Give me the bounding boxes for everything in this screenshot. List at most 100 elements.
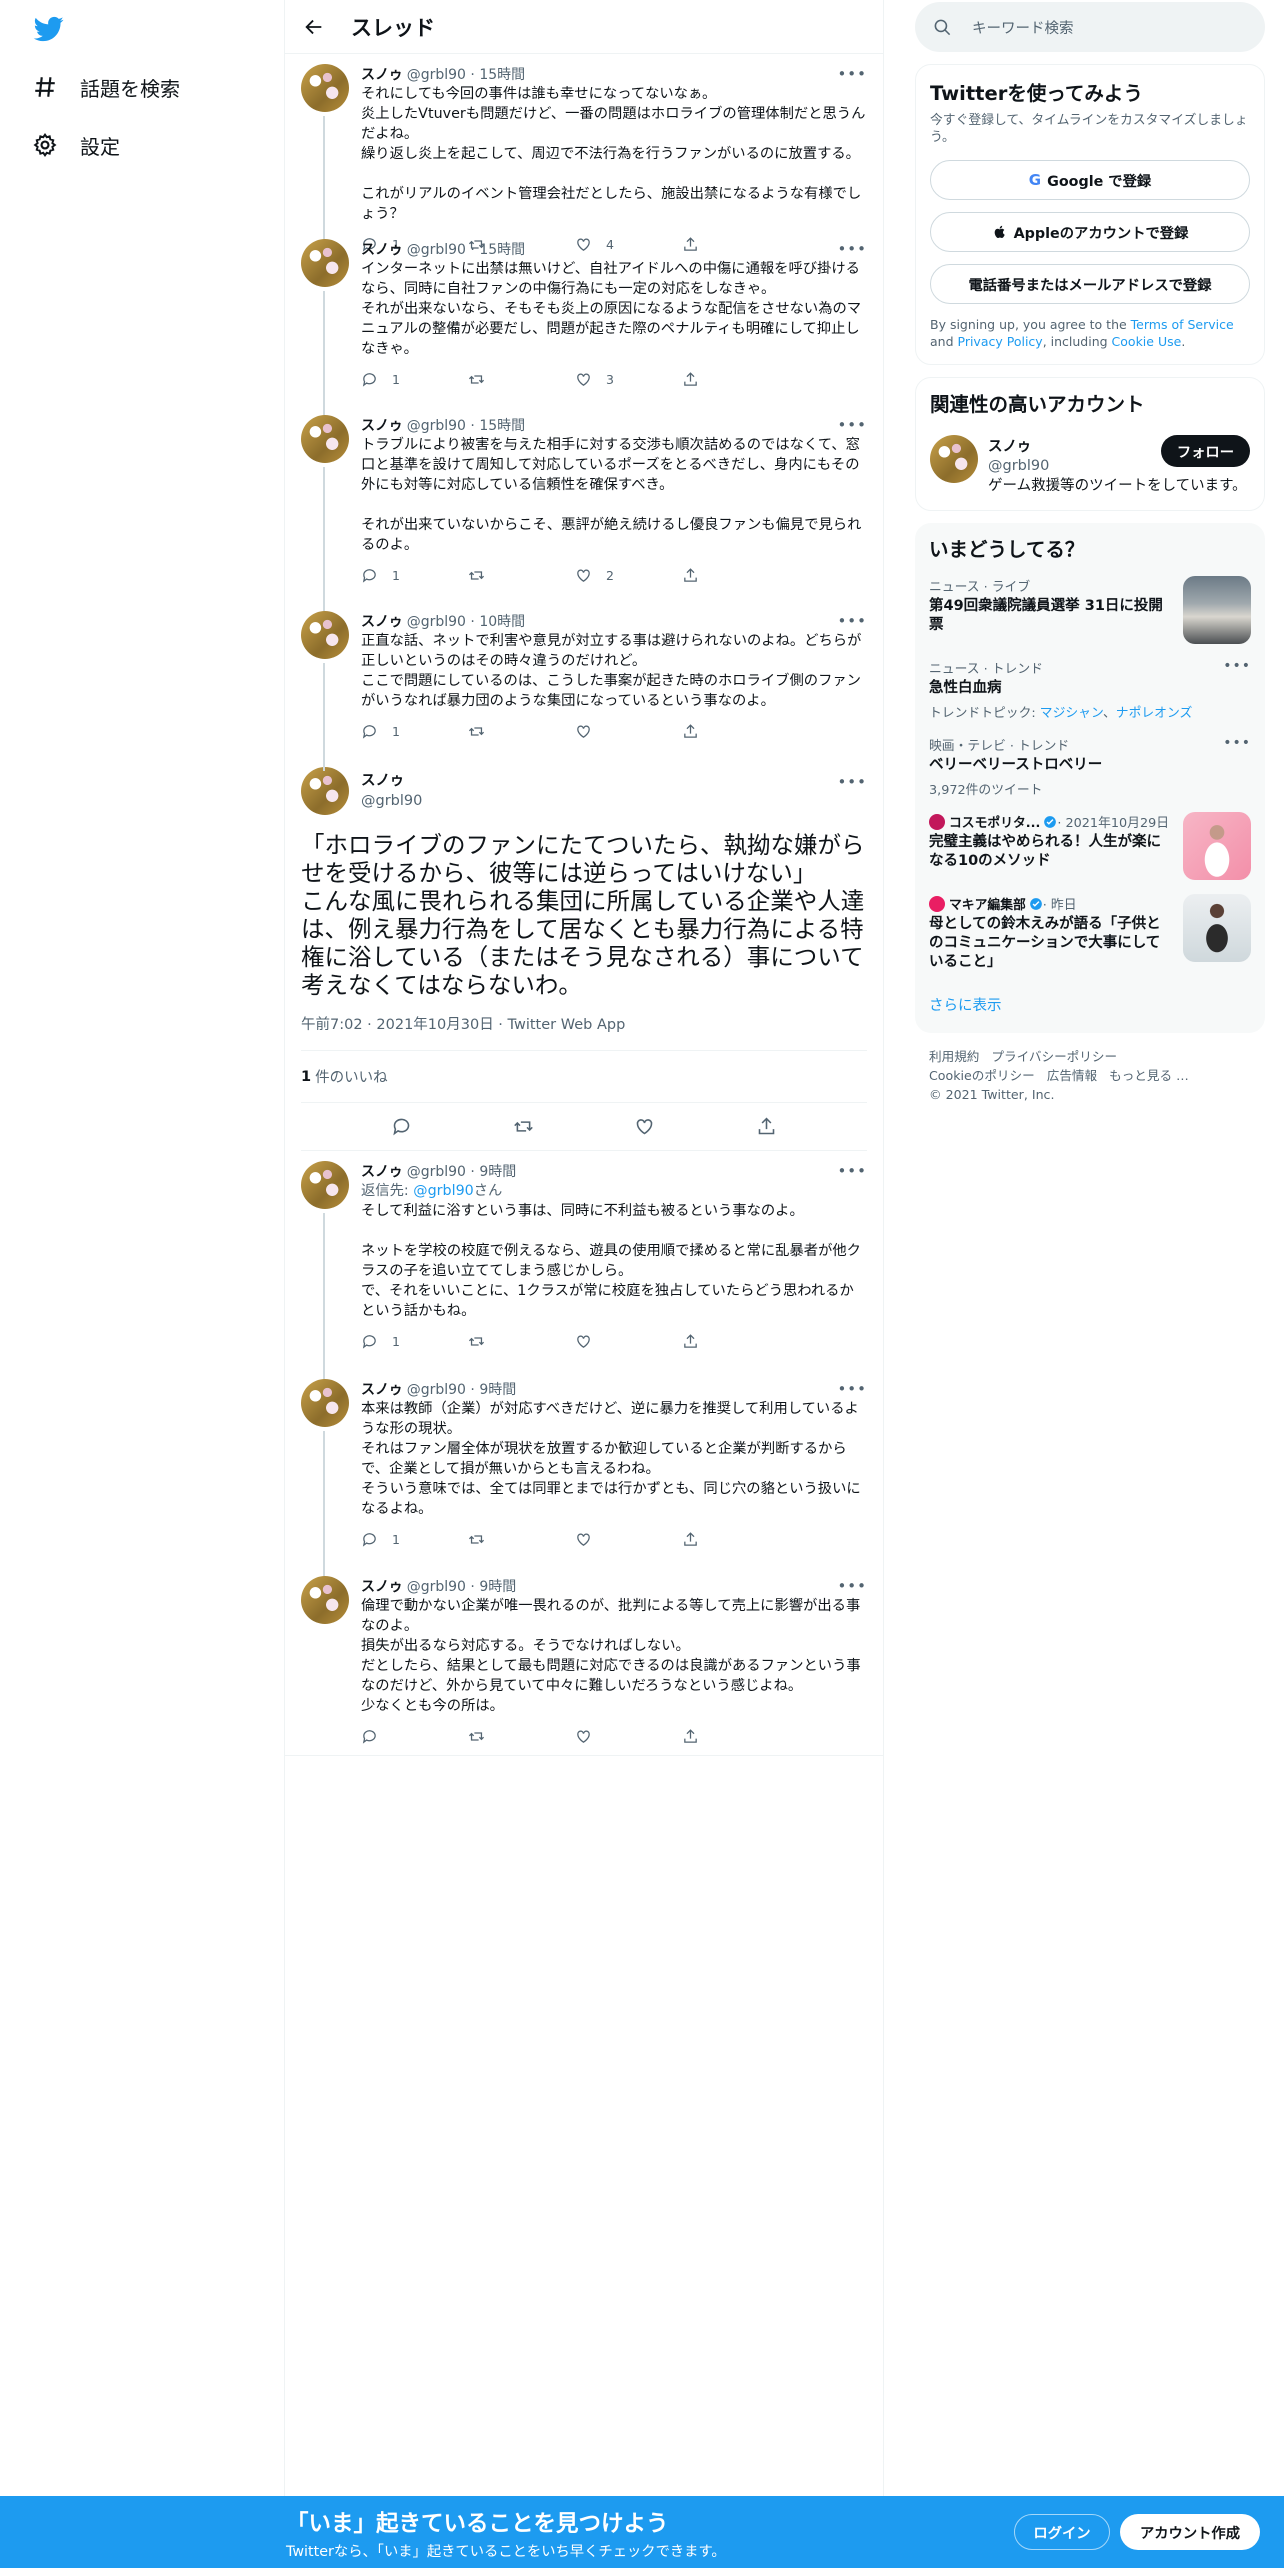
share-button[interactable]	[682, 723, 789, 740]
twitter-logo-icon[interactable]	[32, 14, 66, 44]
phone-email-signup-button[interactable]: 電話番号またはメールアドレスで登録	[930, 264, 1250, 304]
like-button[interactable]	[575, 1531, 682, 1548]
avatar[interactable]	[301, 1379, 349, 1427]
footer-link[interactable]: Cookieのポリシー	[929, 1068, 1035, 1083]
trend-topic-link[interactable]: ナポレオンズ	[1116, 706, 1193, 721]
tweet-meta[interactable]: @grbl90 · 15時間	[407, 64, 525, 84]
terms-link[interactable]: Terms of Service	[1131, 317, 1234, 332]
tweet-date[interactable]: 午前7:02 · 2021年10月30日 · Twitter Web App	[301, 1013, 867, 1051]
trend-topic-link[interactable]: マジシャン	[1040, 706, 1103, 721]
footer-link[interactable]: 利用規約	[929, 1049, 979, 1064]
back-arrow-icon[interactable]	[303, 16, 325, 38]
tweet-author-name[interactable]: スノゥ	[361, 611, 403, 631]
tweet-meta[interactable]: @grbl90 · 15時間	[407, 239, 525, 259]
avatar[interactable]	[301, 415, 349, 463]
reply-button[interactable]: 1	[361, 1333, 468, 1350]
tweet[interactable]: スノゥ @grbl90 · 15時間 ••• トラブルにより被害を与えた相手に対する…	[285, 405, 883, 615]
reply-to-handle[interactable]: @grbl90	[413, 1183, 474, 1199]
like-button[interactable]: 3	[575, 371, 682, 388]
more-icon[interactable]: •••	[837, 1380, 867, 1398]
trend-item[interactable]: ニュース · トレンド 急性白血病 トレンドトピック: マジシャン、ナポレオンズ…	[929, 658, 1251, 721]
tweet[interactable]: スノゥ @grbl90 · 9時間 ••• 返信先: @grbl90さん そして利益…	[285, 1151, 883, 1383]
more-icon[interactable]: •••	[837, 1162, 867, 1180]
more-icon[interactable]: •••	[837, 240, 867, 258]
tweet-author-name[interactable]: スノゥ	[361, 1161, 403, 1181]
retweet-button[interactable]	[468, 1728, 575, 1745]
reply-button[interactable]: 1	[361, 1531, 468, 1548]
more-icon[interactable]: •••	[837, 416, 867, 434]
tweet[interactable]: スノゥ @grbl90 · 15時間 ••• それにしても今回の事件は誰も幸せになっ…	[285, 54, 883, 252]
apple-signup-button[interactable]: Appleのアカウントで登録	[930, 212, 1250, 252]
like-button[interactable]	[575, 723, 682, 740]
tweet-author-name[interactable]: スノゥ	[361, 1576, 403, 1596]
reply-icon[interactable]	[391, 1116, 412, 1137]
tweet-author-name[interactable]: スノゥ	[361, 64, 403, 84]
trend-item[interactable]: 映画・テレビ · トレンド ベリーベリーストロベリー 3,972件のツイート •…	[929, 735, 1251, 798]
likes-summary[interactable]: 1 件のいいね	[301, 1051, 867, 1103]
follow-button[interactable]: フォロー	[1160, 435, 1250, 467]
google-signup-button[interactable]: G Google で登録	[930, 160, 1250, 200]
avatar[interactable]	[301, 64, 349, 112]
tweet-author-name[interactable]: スノゥ	[361, 1379, 403, 1399]
share-button[interactable]	[682, 567, 789, 584]
nav-explore[interactable]: 話題を検索	[32, 72, 180, 102]
tweet-author-handle[interactable]: @grbl90	[361, 791, 422, 811]
footer-link[interactable]: プライバシーポリシー	[991, 1049, 1117, 1064]
heart-icon[interactable]	[634, 1116, 655, 1137]
reply-button[interactable]	[361, 1728, 468, 1745]
more-icon[interactable]: •••	[837, 773, 867, 791]
avatar[interactable]	[301, 767, 349, 815]
like-button[interactable]	[575, 1728, 682, 1745]
signup-button[interactable]: アカウント作成	[1120, 2514, 1260, 2550]
account-row[interactable]: スノゥ @grbl90 フォロー ゲーム救援等のツイートをしています。	[930, 435, 1250, 496]
more-icon[interactable]: •••	[837, 612, 867, 630]
retweet-button[interactable]	[468, 723, 575, 740]
share-button[interactable]	[682, 1333, 789, 1350]
tweet-author-name[interactable]: スノゥ	[361, 239, 403, 259]
trend-item[interactable]: ニュース · ライブ 第49回衆議院議員選挙 31日に投開票	[929, 576, 1251, 644]
login-button[interactable]: ログイン	[1014, 2514, 1110, 2550]
avatar[interactable]	[301, 239, 349, 287]
tweet-meta[interactable]: @grbl90 · 9時間	[407, 1161, 517, 1181]
tweet-meta[interactable]: @grbl90 · 9時間	[407, 1379, 517, 1399]
share-button[interactable]	[682, 1531, 789, 1548]
account-handle[interactable]: @grbl90	[988, 458, 1049, 474]
footer-link[interactable]: 広告情報	[1047, 1068, 1097, 1083]
trend-item[interactable]: マキア編集部 · 昨日 母としての鈴木えみが語る「子供とのコミュニケーションで大…	[929, 894, 1251, 972]
tweet-author-name[interactable]: スノゥ	[361, 771, 422, 791]
tweet-meta[interactable]: @grbl90 · 10時間	[407, 611, 525, 631]
search-input[interactable]: キーワード検索	[915, 2, 1265, 52]
account-name[interactable]: スノゥ	[988, 435, 1049, 456]
like-button[interactable]: 2	[575, 567, 682, 584]
share-button[interactable]	[682, 371, 789, 388]
tweet-meta[interactable]: @grbl90 · 15時間	[407, 415, 525, 435]
tweet-author-name[interactable]: スノゥ	[361, 415, 403, 435]
reply-button[interactable]: 1	[361, 371, 468, 388]
tweet[interactable]: スノゥ @grbl90 · 9時間 ••• 本来は教師（企業）が対応すべきだけど、逆…	[285, 1369, 883, 1580]
more-icon[interactable]: •••	[1223, 658, 1251, 674]
avatar[interactable]	[930, 435, 978, 483]
avatar[interactable]	[301, 611, 349, 659]
footer-link[interactable]: もっと見る …	[1109, 1068, 1189, 1083]
tweet[interactable]: スノゥ @grbl90 · 9時間 ••• 倫理で動かない企業が唯一畏れるのが、批判…	[285, 1566, 883, 1756]
retweet-button[interactable]	[468, 371, 575, 388]
tweet[interactable]: スノゥ @grbl90 · 15時間 ••• インターネットに出禁は無いけど、自社ア…	[285, 229, 883, 419]
retweet-icon[interactable]	[513, 1116, 534, 1137]
nav-settings[interactable]: 設定	[32, 130, 120, 160]
reply-button[interactable]: 1	[361, 567, 468, 584]
retweet-button[interactable]	[468, 1333, 575, 1350]
privacy-link[interactable]: Privacy Policy	[958, 334, 1043, 349]
cookie-link[interactable]: Cookie Use	[1112, 334, 1182, 349]
retweet-button[interactable]	[468, 1531, 575, 1548]
tweet-meta[interactable]: @grbl90 · 9時間	[407, 1576, 517, 1596]
avatar[interactable]	[301, 1576, 349, 1624]
tweet[interactable]: スノゥ @grbl90 · 10時間 ••• 正直な話、ネットで利害や意見が対立する…	[285, 601, 883, 771]
trend-item[interactable]: コスモポリタ... · 2021年10月29日 完璧主義はやめられる！人生が楽に…	[929, 812, 1251, 880]
more-icon[interactable]: •••	[1223, 735, 1251, 751]
reply-button[interactable]: 1	[361, 723, 468, 740]
retweet-button[interactable]	[468, 567, 575, 584]
avatar[interactable]	[301, 1161, 349, 1209]
like-button[interactable]	[575, 1333, 682, 1350]
share-button[interactable]	[682, 1728, 789, 1745]
show-more-link[interactable]: さらに表示	[929, 994, 1251, 1015]
